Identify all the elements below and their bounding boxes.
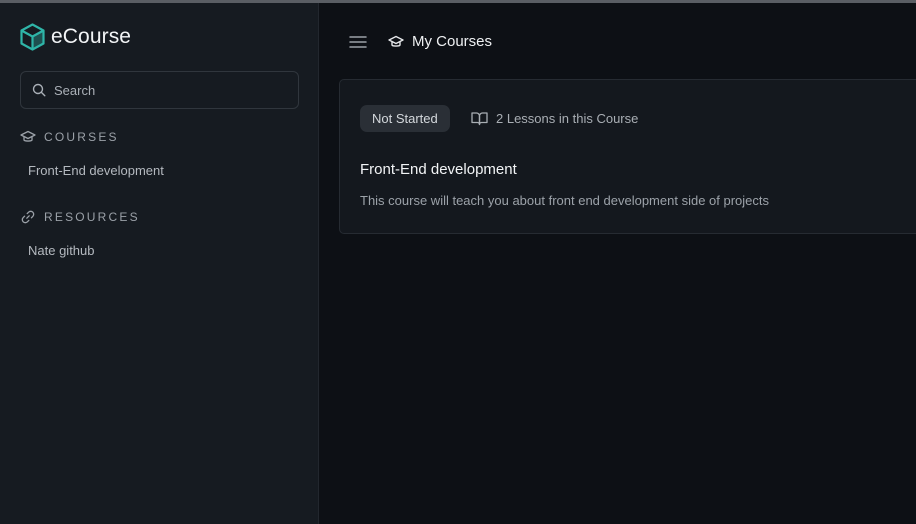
sidebar-item-nate-github[interactable]: Nate github [28, 243, 95, 258]
sidebar-section-resources: RESOURCES [20, 209, 140, 225]
link-icon [21, 210, 35, 224]
sidebar-section-courses: COURSES [20, 129, 119, 145]
main-content: My Courses Not Started 2 Lessons in this… [320, 3, 916, 524]
course-title[interactable]: Front-End development [360, 161, 517, 178]
page-title: My Courses [412, 33, 493, 50]
sidebar-section-title: RESOURCES [44, 210, 140, 224]
hamburger-menu-icon[interactable] [349, 34, 367, 50]
cube-logo-icon [20, 23, 45, 51]
book-open-icon [471, 112, 488, 126]
lessons-count: 2 Lessons in this Course [471, 111, 638, 126]
breadcrumb: My Courses [388, 33, 492, 50]
sidebar: eCourse COURSES Front-End development RE… [0, 3, 319, 524]
search-box[interactable] [20, 71, 299, 109]
status-badge: Not Started [360, 105, 450, 132]
search-input[interactable] [54, 82, 274, 98]
app-logo[interactable]: eCourse [20, 23, 131, 51]
graduation-cap-icon [20, 130, 36, 142]
course-card[interactable]: Not Started 2 Lessons in this Course Fro… [339, 79, 916, 234]
course-description: This course will teach you about front e… [360, 193, 770, 208]
app-name: eCourse [51, 25, 132, 48]
sidebar-section-title: COURSES [44, 130, 119, 144]
graduation-cap-icon [388, 35, 404, 47]
search-icon [32, 83, 46, 97]
sidebar-item-front-end-development[interactable]: Front-End development [28, 163, 164, 178]
lessons-label: 2 Lessons in this Course [496, 111, 639, 126]
